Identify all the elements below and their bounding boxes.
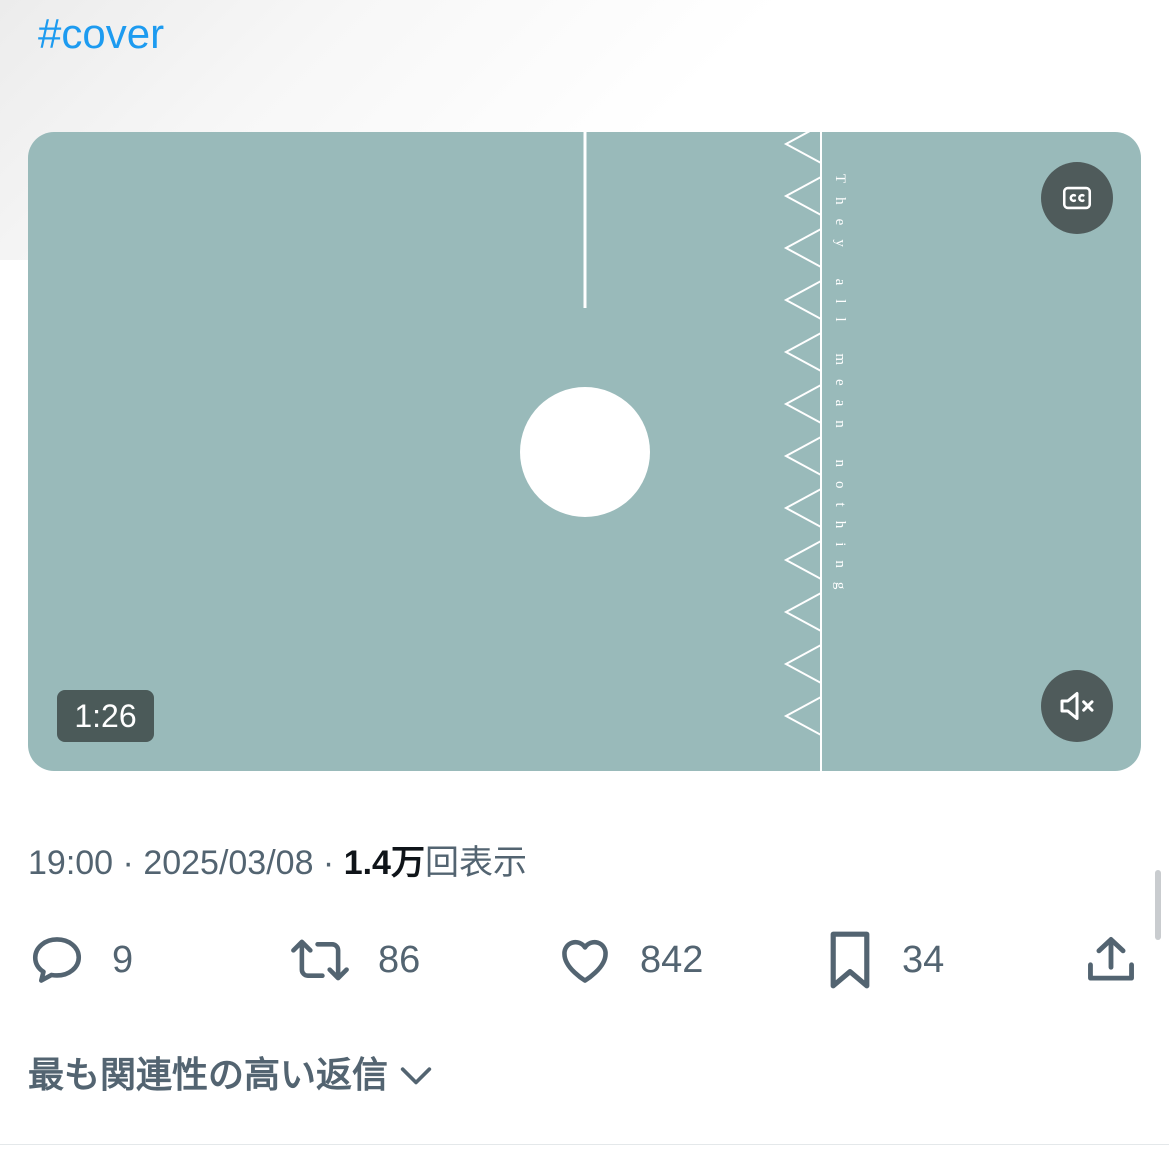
- replies-sort-dropdown[interactable]: 最も関連性の高い返信: [28, 1050, 436, 1100]
- reply-button[interactable]: 9: [28, 928, 133, 992]
- triangle-shape: [783, 539, 822, 581]
- video-duration-badge: 1:26: [57, 690, 154, 742]
- triangle-shape: [783, 132, 822, 165]
- retweet-count: 86: [378, 938, 421, 981]
- triangle-shape: [783, 487, 822, 529]
- reply-count: 9: [112, 938, 134, 981]
- bookmark-button[interactable]: 34: [824, 928, 944, 992]
- like-button[interactable]: 842: [556, 928, 703, 992]
- triangle-shape: [783, 227, 822, 269]
- hashtag-link[interactable]: #cover: [38, 8, 164, 60]
- tweet-time[interactable]: 19:00: [28, 844, 113, 882]
- replies-sort-label: 最も関連性の高い返信: [28, 1054, 389, 1095]
- bookmark-count: 34: [902, 938, 945, 981]
- reply-icon: [32, 937, 82, 983]
- tweet-date[interactable]: 2025/03/08: [143, 844, 313, 882]
- views-count: 1.4万: [343, 844, 425, 882]
- video-overlay-text: They all mean nothing: [832, 174, 848, 603]
- share-icon: [1088, 937, 1134, 981]
- speaker-muted-icon: [1060, 692, 1094, 720]
- triangle-shape: [783, 383, 822, 425]
- share-button[interactable]: [1082, 928, 1140, 992]
- triangle-shape: [783, 643, 822, 685]
- video-frame-art: They all mean nothing: [520, 132, 848, 771]
- meta-separator: ·: [113, 844, 144, 882]
- bookmark-icon: [830, 931, 870, 989]
- triangle-shape: [783, 591, 822, 633]
- white-circle: [520, 387, 650, 517]
- divider: [0, 1144, 1169, 1145]
- triangle-pattern: [783, 132, 822, 737]
- views-label: 回表示: [424, 844, 527, 882]
- heart-icon: [562, 939, 608, 983]
- triangle-shape: [783, 435, 822, 477]
- triangle-shape: [783, 695, 822, 737]
- like-count: 842: [640, 938, 704, 981]
- meta-separator: ·: [313, 844, 344, 882]
- retweet-button[interactable]: 86: [288, 928, 420, 992]
- triangle-shape: [783, 279, 822, 321]
- triangle-shape: [783, 175, 822, 217]
- video-player[interactable]: They all mean nothing 1:26: [28, 132, 1141, 771]
- retweet-icon: [291, 939, 349, 981]
- triangle-shape: [783, 331, 822, 373]
- scrollbar[interactable]: [1155, 870, 1161, 940]
- unmute-button[interactable]: [1041, 670, 1113, 742]
- chevron-down-icon: [400, 1067, 432, 1085]
- closed-captions-icon: [1062, 186, 1092, 210]
- closed-captions-button[interactable]: [1041, 162, 1113, 234]
- tweet-meta: 19:00 · 2025/03/08 · 1.4万回表示: [28, 840, 527, 886]
